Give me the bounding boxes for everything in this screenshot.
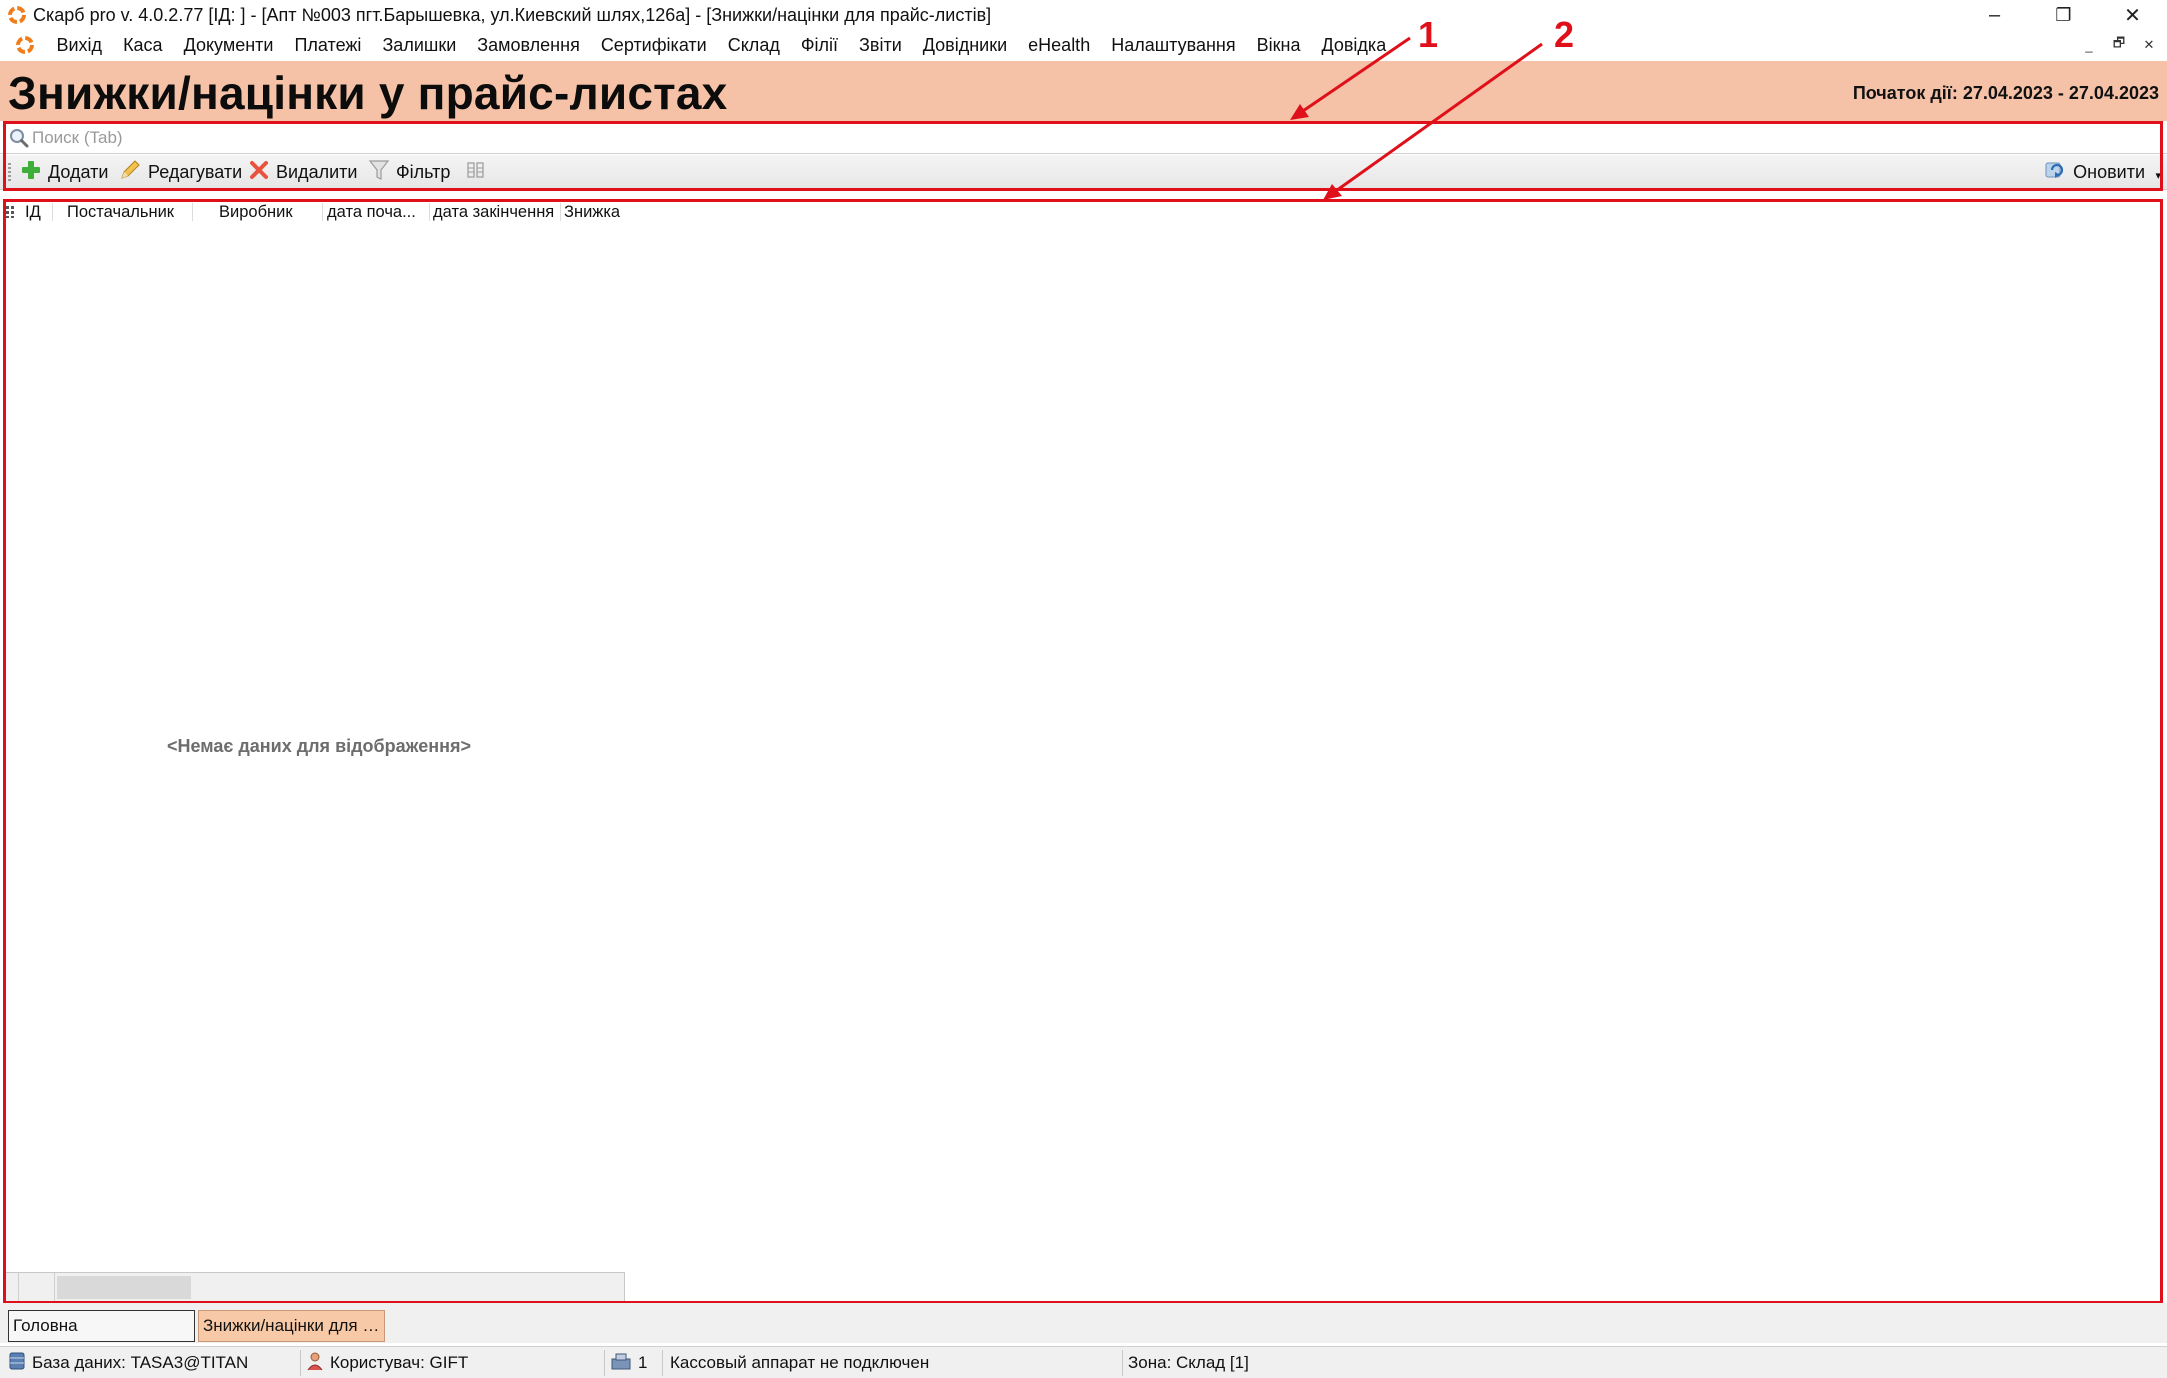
annotation-arrow-2 (1323, 42, 1543, 200)
status-cash-register: Кассовый аппарат не подключен (670, 1353, 930, 1372)
annotation-arrow-1 (1290, 36, 1411, 120)
status-database-text: База даних: TASA3@TITAN (32, 1353, 249, 1372)
status-database: База даних: TASA3@TITAN (8, 1351, 248, 1375)
status-bar: База даних: TASA3@TITAN Користувач: GIFT… (0, 1346, 2167, 1378)
tab-main[interactable]: Головна (8, 1310, 195, 1342)
cash-register-icon (610, 1351, 638, 1376)
document-tabs: Головна Знижки/націнки для … (0, 1303, 2167, 1343)
annotation-arrows (1290, 36, 1543, 200)
annotation-label-1: 1 (1418, 14, 1439, 55)
user-icon (306, 1351, 330, 1376)
database-icon (8, 1351, 32, 1376)
status-zone: Зона: Склад [1] (1128, 1353, 1249, 1372)
status-queue: 1 (610, 1351, 647, 1375)
tab-discounts[interactable]: Знижки/націнки для … (198, 1310, 385, 1342)
status-counter-text: 1 (638, 1353, 648, 1372)
status-user: Користувач: GIFT (306, 1351, 468, 1375)
app-window: Скарб pro v. 4.0.2.77 [ІД: ] - [Апт №003… (0, 0, 2167, 1378)
annotation-label-2: 2 (1554, 14, 1575, 55)
status-user-text: Користувач: GIFT (330, 1353, 469, 1372)
